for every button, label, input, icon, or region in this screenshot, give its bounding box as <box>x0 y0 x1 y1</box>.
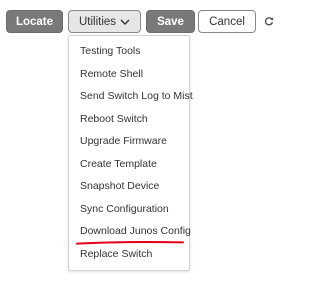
chevron-down-icon <box>120 18 130 26</box>
menu-item-testing-tools[interactable]: Testing Tools <box>80 41 141 61</box>
utilities-button[interactable]: Utilities <box>68 10 141 33</box>
save-label: Save <box>157 15 184 28</box>
highlight-underline <box>76 241 184 245</box>
locate-button[interactable]: Locate <box>6 10 63 33</box>
menu-item-remote-shell[interactable]: Remote Shell <box>80 64 143 84</box>
switch-actions-toolbar: Locate Utilities Save Cancel Testing Too… <box>0 0 285 282</box>
menu-item-snapshot-device[interactable]: Snapshot Device <box>80 176 159 196</box>
cancel-label: Cancel <box>209 15 245 28</box>
save-button[interactable]: Save <box>146 10 195 33</box>
menu-item-upgrade-firmware[interactable]: Upgrade Firmware <box>80 131 167 151</box>
locate-label: Locate <box>15 15 54 28</box>
menu-item-reboot-switch[interactable]: Reboot Switch <box>80 109 148 129</box>
refresh-icon[interactable] <box>263 15 275 27</box>
menu-item-replace-switch[interactable]: Replace Switch <box>80 244 152 264</box>
menu-item-download-junos-config[interactable]: Download Junos Config <box>80 221 191 241</box>
menu-item-create-template[interactable]: Create Template <box>80 154 157 174</box>
cancel-button[interactable]: Cancel <box>198 10 256 33</box>
menu-item-sync-configuration[interactable]: Sync Configuration <box>80 199 169 219</box>
menu-item-send-switch-log[interactable]: Send Switch Log to Mist <box>80 86 193 106</box>
utilities-label: Utilities <box>78 15 117 28</box>
utilities-dropdown-menu: Testing Tools Remote Shell Send Switch L… <box>68 35 193 271</box>
